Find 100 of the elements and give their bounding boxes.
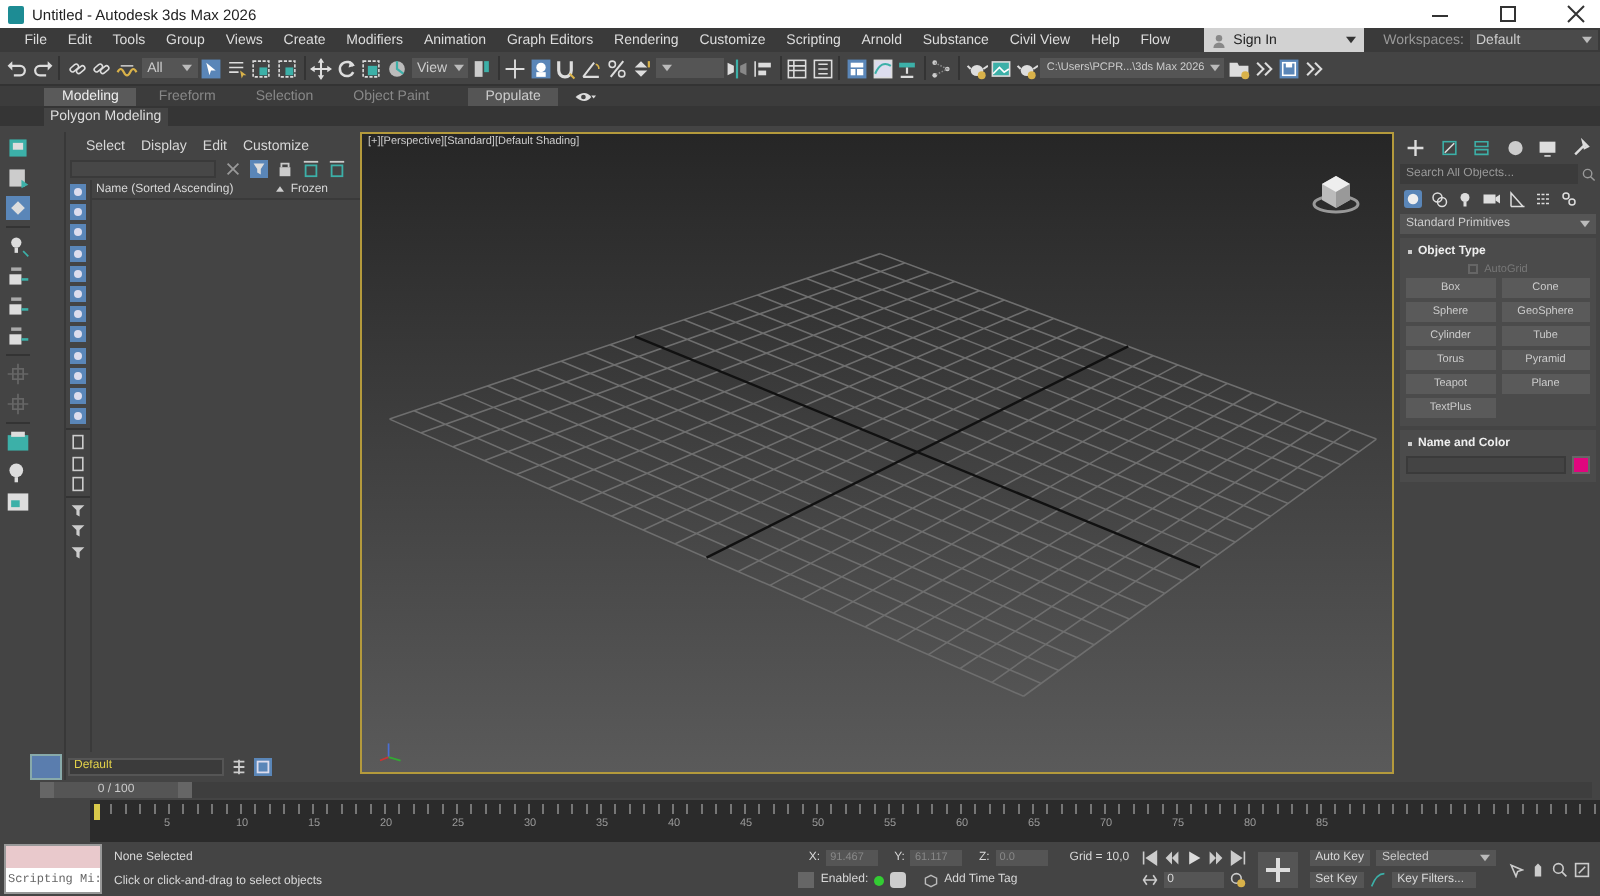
object-filter-icon[interactable] xyxy=(70,204,86,221)
link-icon[interactable] xyxy=(90,57,113,79)
sphere-icon[interactable] xyxy=(1505,138,1524,158)
key-tangent-icon[interactable] xyxy=(1369,872,1386,888)
selection-region-icon[interactable] xyxy=(275,57,298,79)
snap-icon[interactable] xyxy=(554,57,577,79)
next-frame-icon[interactable] xyxy=(1207,850,1224,866)
shortcut-toggle-icon[interactable] xyxy=(529,57,552,79)
color-swatch[interactable] xyxy=(1572,456,1590,474)
time-configuration-icon[interactable] xyxy=(1229,872,1246,888)
align-icon[interactable] xyxy=(752,57,775,79)
systems-icon[interactable] xyxy=(1560,190,1578,208)
helper-icon[interactable] xyxy=(1508,190,1526,208)
layer-list-icon[interactable] xyxy=(811,57,834,79)
filter-icon[interactable] xyxy=(250,160,268,178)
viewport-layout-icon[interactable] xyxy=(6,136,30,160)
hierarchy-icon[interactable] xyxy=(302,160,320,178)
sort-arrow-icon xyxy=(276,186,285,192)
undo-icon[interactable] xyxy=(6,57,28,79)
viewport-toggle-button[interactable] xyxy=(798,872,815,888)
object-filter-icon[interactable] xyxy=(70,326,86,343)
plus-icon xyxy=(1265,857,1290,881)
percent-snap-icon[interactable] xyxy=(605,57,628,79)
container-icon[interactable] xyxy=(6,430,30,454)
set-key-button[interactable] xyxy=(1257,851,1298,887)
status-dot-icon xyxy=(874,875,885,885)
layer-explorer-icon[interactable] xyxy=(254,757,272,775)
go-to-start-icon[interactable] xyxy=(1141,850,1158,866)
maximize-icon[interactable] xyxy=(1496,4,1520,24)
hierarchy-icon[interactable] xyxy=(328,160,346,178)
camera-icon[interactable] xyxy=(1482,190,1500,208)
axis-tripod-icon xyxy=(378,740,406,764)
window-icon[interactable] xyxy=(6,490,30,514)
object-filter-icon[interactable] xyxy=(70,367,86,384)
object-filter-icon[interactable] xyxy=(70,285,86,302)
modify-icon[interactable] xyxy=(1439,138,1458,158)
wrench-icon[interactable] xyxy=(1571,138,1590,158)
object-filter-icon[interactable] xyxy=(70,306,86,323)
close-icon[interactable] xyxy=(1564,4,1588,24)
table-icon[interactable] xyxy=(786,57,809,79)
adaptive-button[interactable] xyxy=(890,872,907,888)
select-object-icon[interactable] xyxy=(200,57,223,79)
schematic-icon[interactable] xyxy=(896,57,919,79)
eye-icon[interactable] xyxy=(574,89,597,103)
play-document-icon[interactable] xyxy=(6,166,30,190)
zoom-icon[interactable] xyxy=(1552,861,1568,877)
placement-icon[interactable] xyxy=(385,57,408,79)
light-icon[interactable] xyxy=(1456,190,1474,208)
shapes-icon[interactable] xyxy=(1430,190,1448,208)
key-mode-icon[interactable] xyxy=(1141,872,1158,888)
geometry-icon[interactable] xyxy=(1404,190,1422,208)
folder-icon[interactable] xyxy=(1227,57,1250,79)
scale-icon[interactable] xyxy=(360,57,383,79)
caret-icon xyxy=(453,64,464,72)
tag-icon xyxy=(924,873,939,887)
layers-icon[interactable] xyxy=(230,757,248,775)
rotate-icon[interactable] xyxy=(335,57,358,79)
curve-editor-icon[interactable] xyxy=(871,57,894,79)
pivot-icon[interactable] xyxy=(470,57,493,79)
view-cube-icon[interactable] xyxy=(1312,170,1360,214)
caret-icon xyxy=(1582,36,1592,44)
spinner-snap-icon[interactable] xyxy=(630,57,653,79)
crosshair-icon[interactable] xyxy=(504,57,527,79)
double-chevron-icon[interactable] xyxy=(1303,57,1326,79)
node-graph-icon[interactable] xyxy=(930,57,953,79)
object-filter-icon[interactable] xyxy=(70,265,86,282)
object-filter-icon[interactable] xyxy=(70,224,86,241)
space-warp-icon[interactable] xyxy=(1534,190,1552,208)
angle-snap-icon[interactable] xyxy=(580,57,603,79)
monitor-icon[interactable] xyxy=(1538,138,1557,158)
redo-icon[interactable] xyxy=(31,57,54,79)
picture-frame-icon[interactable] xyxy=(990,57,1013,79)
object-filter-icon[interactable] xyxy=(70,408,86,425)
double-chevron-icon[interactable] xyxy=(1253,57,1276,79)
light-bulb-icon[interactable] xyxy=(6,234,30,258)
play-icon[interactable] xyxy=(1185,850,1202,866)
lock-icon[interactable] xyxy=(276,160,294,178)
ribbon-toggle-icon[interactable] xyxy=(846,57,868,79)
previous-frame-icon[interactable] xyxy=(1163,850,1180,866)
caret-icon xyxy=(661,64,672,72)
pan-hand-icon[interactable] xyxy=(1530,861,1546,877)
maximize-viewport-icon[interactable] xyxy=(1574,861,1590,877)
clear-icon[interactable] xyxy=(224,160,242,178)
selection-region-icon[interactable] xyxy=(250,57,273,79)
listener-output-field[interactable] xyxy=(6,846,100,868)
object-filter-icon[interactable] xyxy=(70,387,86,404)
save-icon[interactable] xyxy=(1278,57,1301,79)
hierarchy-icon[interactable] xyxy=(1472,138,1491,158)
plus-icon[interactable] xyxy=(1406,138,1425,158)
link-icon[interactable] xyxy=(65,57,88,79)
pointer-icon[interactable] xyxy=(1508,861,1524,877)
object-filter-icon[interactable] xyxy=(70,347,86,363)
object-filter-icon[interactable] xyxy=(70,245,86,262)
caret-icon xyxy=(1345,36,1356,44)
mirror-icon[interactable] xyxy=(726,57,749,79)
scene-explorer-icon[interactable] xyxy=(6,196,30,220)
select-by-name-icon[interactable] xyxy=(225,57,248,79)
move-icon[interactable] xyxy=(310,57,333,79)
layer-swatch xyxy=(30,753,62,779)
go-to-end-icon[interactable] xyxy=(1229,850,1246,866)
